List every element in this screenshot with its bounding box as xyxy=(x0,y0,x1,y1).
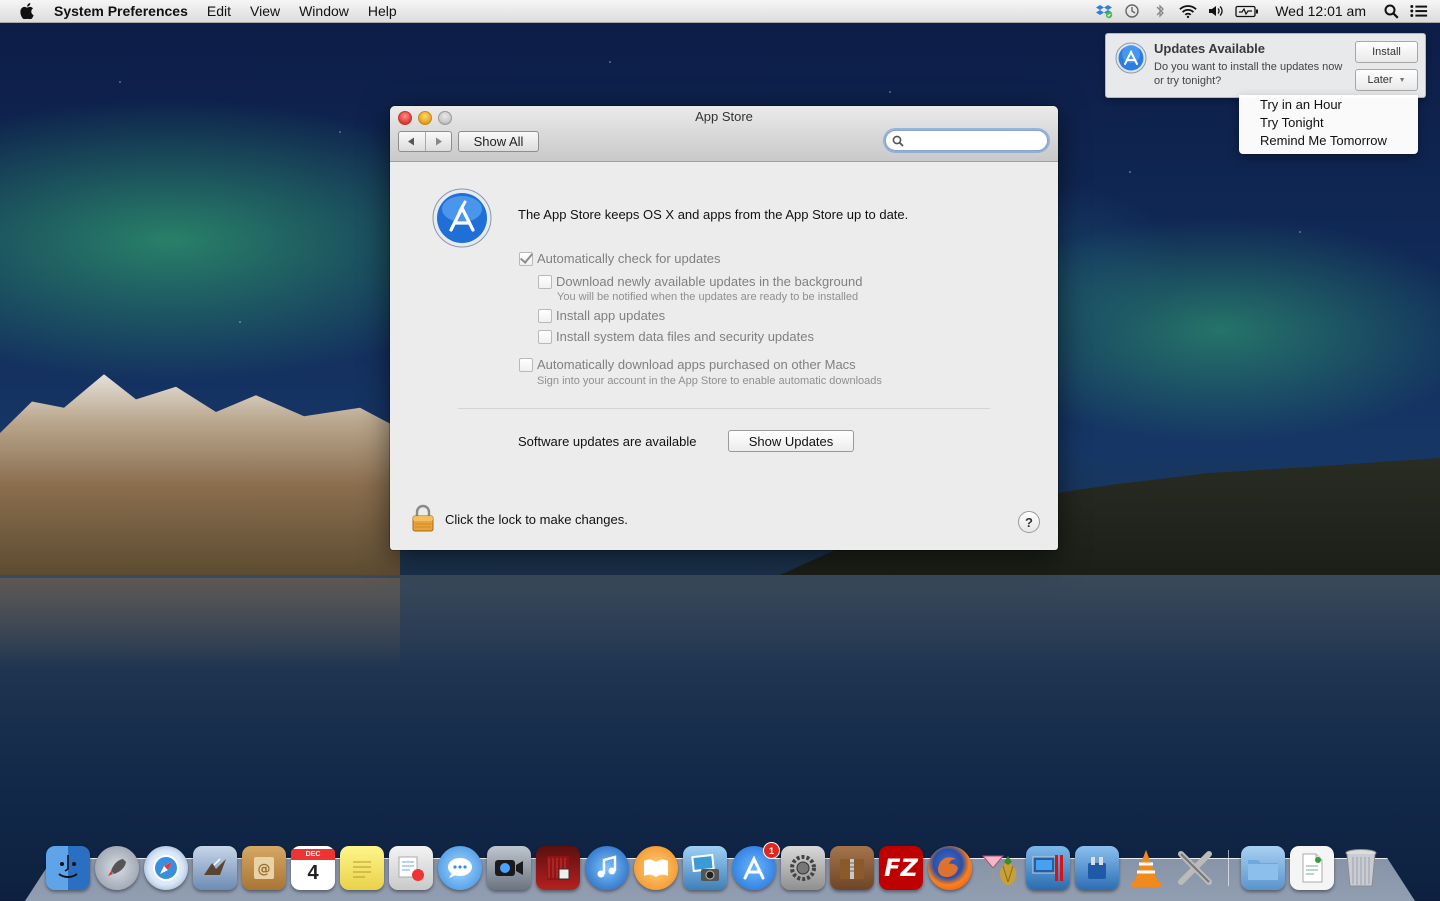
menu-bar: System Preferences Edit View Window Help… xyxy=(0,0,1440,23)
svg-text:@: @ xyxy=(258,862,271,877)
forward-button[interactable] xyxy=(424,132,452,151)
calendar-icon[interactable]: DEC 4 xyxy=(291,846,335,890)
menu-item-try-tonight[interactable]: Try Tonight xyxy=(1260,115,1324,130)
back-button[interactable] xyxy=(399,132,425,151)
filezilla-label: FZ xyxy=(884,854,918,882)
show-updates-label: Show Updates xyxy=(748,433,834,449)
firefox-icon[interactable] xyxy=(928,846,972,890)
updates-available-label: Software updates are available xyxy=(518,434,697,449)
install-button-label: Install xyxy=(1372,46,1401,58)
volume-icon[interactable] xyxy=(1207,3,1225,19)
launchpad-icon[interactable] xyxy=(95,846,139,890)
window-title: App Store xyxy=(695,109,753,124)
install-app-updates-checkbox[interactable] xyxy=(538,309,552,323)
vlc-icon[interactable] xyxy=(1124,846,1168,890)
contacts-icon[interactable]: @ xyxy=(242,846,286,890)
system-preferences-icon[interactable] xyxy=(781,846,825,890)
section-divider xyxy=(458,408,990,409)
trash-icon[interactable] xyxy=(1339,846,1383,890)
help-label: ? xyxy=(1025,514,1033,530)
battery-icon[interactable] xyxy=(1235,3,1259,19)
later-button[interactable]: Later ▼ xyxy=(1355,69,1418,91)
photo-booth-icon[interactable] xyxy=(536,846,580,890)
archive-utility-icon[interactable] xyxy=(830,846,874,890)
x11-icon[interactable] xyxy=(1173,846,1217,890)
notes-icon[interactable] xyxy=(340,846,384,890)
lock-icon[interactable] xyxy=(412,504,434,537)
menu-app-name[interactable]: System Preferences xyxy=(54,3,188,19)
messages-icon[interactable] xyxy=(438,846,482,890)
mail-icon[interactable] xyxy=(193,846,237,890)
show-all-button[interactable]: Show All xyxy=(458,131,539,152)
dock: @ DEC 4 1 FZ xyxy=(46,838,1406,890)
updates-notification[interactable]: Updates Available Do you want to install… xyxy=(1105,33,1426,98)
install-system-data-label[interactable]: Install system data files and security u… xyxy=(556,329,814,344)
later-dropdown-menu: Try in an Hour Try Tonight Remind Me Tom… xyxy=(1239,95,1418,154)
parallels-icon[interactable] xyxy=(1026,846,1070,890)
safari-icon[interactable] xyxy=(144,846,188,890)
search-field[interactable] xyxy=(885,130,1048,151)
menu-item-try-in-an-hour[interactable]: Try in an Hour xyxy=(1260,97,1342,112)
menu-window[interactable]: Window xyxy=(299,3,349,19)
show-updates-button[interactable]: Show Updates xyxy=(728,430,854,452)
install-button[interactable]: Install xyxy=(1355,41,1418,63)
notification-body: Do you want to install the updates now o… xyxy=(1154,61,1343,87)
facetime-icon[interactable] xyxy=(487,846,531,890)
app-store-preferences-window: App Store Show All The App Store keeps O… xyxy=(390,106,1058,550)
document-icon[interactable] xyxy=(1290,846,1334,890)
menu-clock[interactable]: Wed 12:01 am xyxy=(1275,3,1366,19)
chevron-left-icon xyxy=(408,137,415,146)
reminders-icon[interactable] xyxy=(389,846,433,890)
bluetooth-icon[interactable] xyxy=(1151,3,1169,19)
apple-menu-icon[interactable] xyxy=(19,3,35,19)
help-button[interactable]: ? xyxy=(1018,511,1040,533)
itunes-icon[interactable] xyxy=(585,846,629,890)
app-store-icon xyxy=(432,188,492,253)
filezilla-icon[interactable]: FZ xyxy=(879,846,923,890)
auto-download-purchased-checkbox[interactable] xyxy=(519,358,533,372)
back-forward-control xyxy=(398,131,452,152)
auto-download-purchased-label[interactable]: Automatically download apps purchased on… xyxy=(537,357,856,372)
dropbox-icon[interactable] xyxy=(1095,3,1113,19)
search-icon xyxy=(892,134,904,152)
install-app-updates-label[interactable]: Install app updates xyxy=(556,308,665,323)
lock-label: Click the lock to make changes. xyxy=(445,512,628,527)
notification-title: Updates Available xyxy=(1154,41,1266,56)
download-background-checkbox[interactable] xyxy=(538,275,552,289)
window-titlebar[interactable]: App Store Show All xyxy=(390,106,1058,162)
ibooks-icon[interactable] xyxy=(634,846,678,890)
iphoto-icon[interactable] xyxy=(683,846,727,890)
app-store-dock-icon[interactable]: 1 xyxy=(732,842,780,890)
chevron-down-icon: ▼ xyxy=(1398,76,1406,84)
notification-center-icon[interactable] xyxy=(1410,3,1428,19)
menu-help[interactable]: Help xyxy=(368,3,397,19)
app-store-badge: 1 xyxy=(763,842,780,859)
chevron-right-icon xyxy=(435,137,442,146)
finder-icon[interactable] xyxy=(46,846,90,890)
menu-edit[interactable]: Edit xyxy=(207,3,231,19)
auto-check-checkbox[interactable] xyxy=(519,252,533,266)
mountains xyxy=(0,374,400,580)
cocktail-icon[interactable] xyxy=(977,846,1021,890)
network-utility-icon[interactable] xyxy=(1075,846,1119,890)
app-store-description: The App Store keeps OS X and apps from t… xyxy=(518,207,909,222)
menu-view[interactable]: View xyxy=(250,3,280,19)
download-background-note: You will be notified when the updates ar… xyxy=(557,291,859,303)
auto-check-label[interactable]: Automatically check for updates xyxy=(537,251,721,266)
auto-download-purchased-note: Sign into your account in the App Store … xyxy=(537,375,882,387)
later-button-label: Later xyxy=(1367,74,1393,86)
install-system-data-checkbox[interactable] xyxy=(538,330,552,344)
preferences-content: The App Store keeps OS X and apps from t… xyxy=(390,162,1058,550)
menu-item-remind-me-tomorrow[interactable]: Remind Me Tomorrow xyxy=(1260,133,1387,148)
download-background-label[interactable]: Download newly available updates in the … xyxy=(556,274,862,289)
applications-folder-icon[interactable] xyxy=(1241,846,1285,890)
wifi-icon[interactable] xyxy=(1179,3,1197,19)
spotlight-icon[interactable] xyxy=(1382,3,1400,19)
show-all-label: Show All xyxy=(473,134,524,149)
dock-separator xyxy=(1228,850,1229,886)
app-store-icon xyxy=(1115,42,1147,79)
time-machine-icon[interactable] xyxy=(1123,3,1141,19)
search-input[interactable] xyxy=(908,132,1044,151)
